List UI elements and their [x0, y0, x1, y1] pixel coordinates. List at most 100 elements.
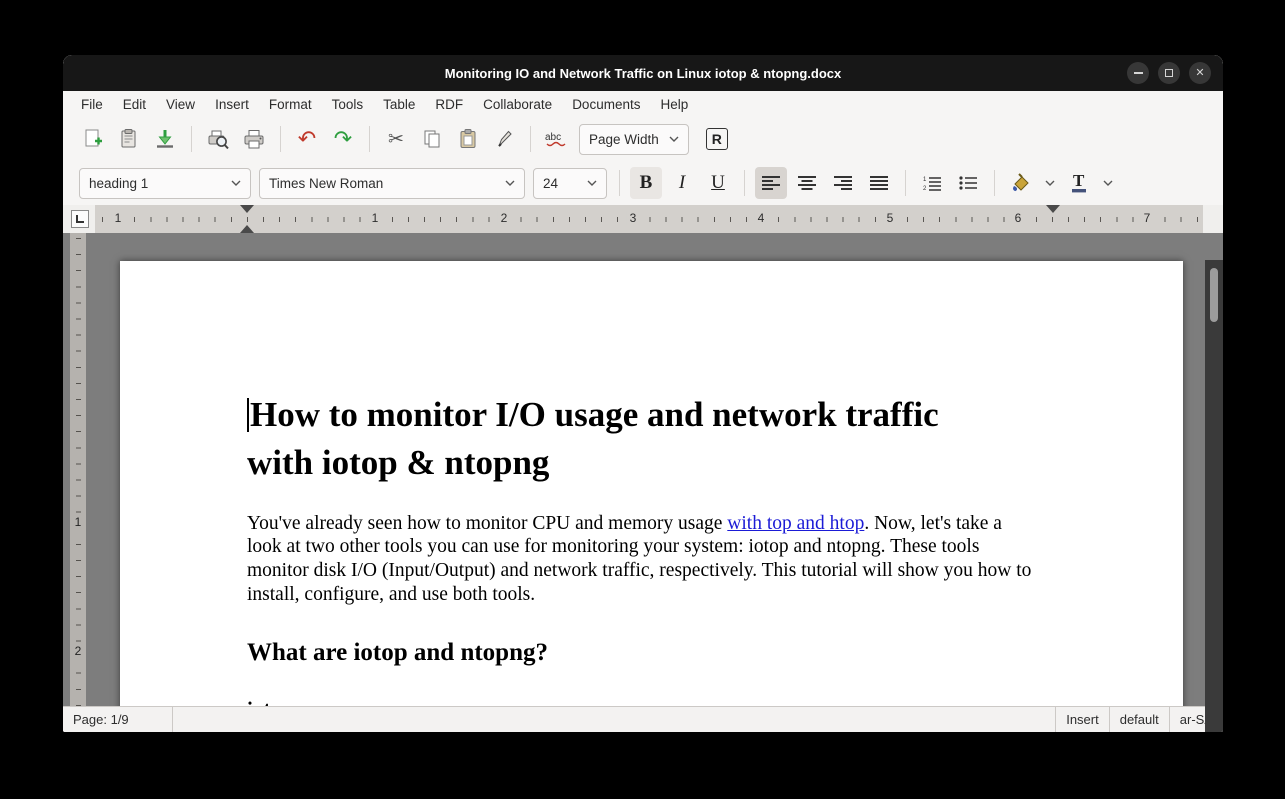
menu-documents[interactable]: Documents: [562, 91, 650, 117]
document-heading-3[interactable]: iotop: [247, 697, 1033, 706]
ruler-number: 6: [1012, 211, 1025, 225]
italic-label: I: [679, 172, 685, 194]
document-heading-1[interactable]: How to monitor I/O usage and network tra…: [247, 391, 967, 488]
menu-collaborate[interactable]: Collaborate: [473, 91, 562, 117]
menu-view[interactable]: View: [156, 91, 205, 117]
close-button[interactable]: ✕: [1189, 62, 1211, 84]
abiword-window: Monitoring IO and Network Traffic on Lin…: [63, 55, 1223, 732]
insert-mode-indicator[interactable]: Insert: [1055, 707, 1109, 732]
align-right-button[interactable]: [827, 167, 859, 199]
redo-icon: ↷: [334, 128, 352, 150]
bold-button[interactable]: B: [630, 167, 662, 199]
open-folder-icon: [118, 128, 140, 150]
italic-button[interactable]: I: [666, 167, 698, 199]
document-paragraph[interactable]: You've already seen how to monitor CPU a…: [247, 512, 1033, 607]
menu-help[interactable]: Help: [650, 91, 698, 117]
ruler-number: 4: [755, 211, 768, 225]
numbered-list-icon: 1 2: [922, 175, 942, 191]
text-cursor: [247, 398, 249, 432]
scrollbar-thumb[interactable]: [1210, 268, 1218, 322]
right-indent-marker[interactable]: [1046, 205, 1060, 213]
menu-tools[interactable]: Tools: [322, 91, 374, 117]
style-indicator[interactable]: default: [1109, 707, 1169, 732]
page-indicator: Page: 1/9: [63, 707, 173, 732]
menu-insert[interactable]: Insert: [205, 91, 259, 117]
title-bar[interactable]: Monitoring IO and Network Traffic on Lin…: [63, 55, 1223, 91]
window-controls: ✕: [1127, 62, 1211, 84]
status-bar: Page: 1/9 Insert default ar-SA: [63, 706, 1223, 732]
hyperlink-top-htop[interactable]: with top and htop: [727, 513, 864, 534]
toolbar-separator: [191, 126, 192, 152]
vertical-ruler[interactable]: 1 2: [70, 233, 86, 706]
paragraph-text: You've already seen how to monitor CPU a…: [247, 513, 727, 534]
style-value: heading 1: [89, 176, 148, 191]
revisions-button[interactable]: R: [701, 123, 733, 155]
numbered-list-button[interactable]: 1 2: [916, 167, 948, 199]
maximize-button[interactable]: [1158, 62, 1180, 84]
font-value: Times New Roman: [269, 176, 383, 191]
chevron-down-icon: [1103, 180, 1113, 186]
tab-left-icon: [76, 215, 84, 223]
ruler-number: 1: [369, 211, 382, 225]
redo-button[interactable]: ↷: [327, 123, 359, 155]
menu-edit[interactable]: Edit: [113, 91, 156, 117]
document-page[interactable]: How to monitor I/O usage and network tra…: [120, 261, 1183, 706]
style-select[interactable]: heading 1: [79, 168, 251, 199]
align-center-button[interactable]: [791, 167, 823, 199]
ruler-row: 1 1 2 3 4 5 6 7: [63, 205, 1223, 233]
toolbar-separator: [994, 170, 995, 196]
new-document-icon: [82, 128, 104, 150]
formatting-toolbar: heading 1 Times New Roman 24 B I U: [63, 161, 1223, 205]
spellcheck-button[interactable]: abc: [541, 123, 573, 155]
first-line-indent-marker[interactable]: [240, 205, 254, 213]
highlight-color-button[interactable]: [1005, 167, 1037, 199]
paste-button[interactable]: [452, 123, 484, 155]
chevron-down-icon: [231, 180, 241, 186]
new-document-button[interactable]: [77, 123, 109, 155]
print-button[interactable]: [238, 123, 270, 155]
bulleted-list-icon: [958, 175, 978, 191]
underline-button[interactable]: U: [702, 167, 734, 199]
font-select[interactable]: Times New Roman: [259, 168, 525, 199]
menu-format[interactable]: Format: [259, 91, 322, 117]
tab-selector[interactable]: [71, 210, 89, 228]
menu-table[interactable]: Table: [373, 91, 425, 117]
standard-toolbar: ↶ ↷ ✂: [63, 117, 1223, 161]
print-preview-button[interactable]: [202, 123, 234, 155]
revisions-icon: R: [706, 128, 728, 150]
minimize-button[interactable]: [1127, 62, 1149, 84]
spellcheck-icon: abc: [544, 128, 570, 150]
zoom-select[interactable]: Page Width: [579, 124, 689, 155]
undo-button[interactable]: ↶: [291, 123, 323, 155]
open-button[interactable]: [113, 123, 145, 155]
format-painter-button[interactable]: [488, 123, 520, 155]
bulleted-list-button[interactable]: [952, 167, 984, 199]
ruler-number: 1: [112, 211, 125, 225]
font-size-select[interactable]: 24: [533, 168, 607, 199]
cut-button[interactable]: ✂: [380, 123, 412, 155]
vertical-scrollbar[interactable]: [1205, 260, 1223, 732]
close-icon: ✕: [1195, 68, 1204, 79]
font-color-menu-button[interactable]: [1099, 167, 1117, 199]
undo-icon: ↶: [298, 128, 316, 150]
document-heading-2[interactable]: What are iotop and ntopng?: [247, 639, 1033, 667]
cut-icon: ✂: [388, 130, 404, 149]
ruler-number: 2: [70, 644, 86, 658]
save-button[interactable]: [149, 123, 181, 155]
print-icon: [242, 128, 266, 150]
horizontal-ruler[interactable]: 1 1 2 3 4 5 6 7: [95, 205, 1203, 233]
chevron-down-icon: [505, 180, 515, 186]
svg-text:abc: abc: [545, 132, 561, 143]
menu-rdf[interactable]: RDF: [425, 91, 473, 117]
copy-button[interactable]: [416, 123, 448, 155]
menu-file[interactable]: File: [71, 91, 113, 117]
align-justify-button[interactable]: [863, 167, 895, 199]
align-left-button[interactable]: [755, 167, 787, 199]
left-indent-marker[interactable]: [240, 225, 254, 233]
font-color-button[interactable]: T: [1063, 167, 1095, 199]
minimize-icon: [1134, 72, 1143, 74]
ruler-number: 5: [884, 211, 897, 225]
toolbar-separator: [280, 126, 281, 152]
svg-text:2: 2: [923, 186, 927, 191]
highlight-color-menu-button[interactable]: [1041, 167, 1059, 199]
